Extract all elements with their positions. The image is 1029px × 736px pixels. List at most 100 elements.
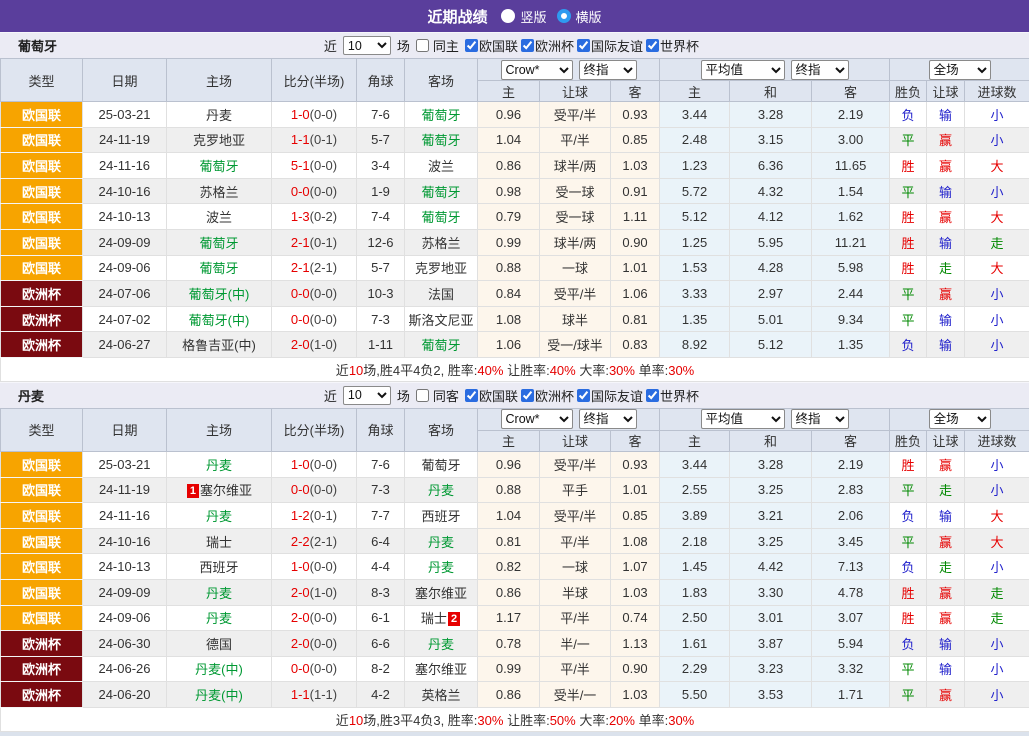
team-name: 西班牙 [421, 509, 460, 524]
handicap-away-odds: 1.06 [611, 281, 660, 307]
competition-label: 欧洲杯 [535, 36, 574, 55]
competition-checkbox[interactable] [646, 39, 659, 52]
match-row: 欧国联24-10-16苏格兰0-0(0-0)1-9葡萄牙0.98受一球0.915… [1, 178, 1029, 204]
sub-column-header: 客 [812, 430, 890, 451]
match-row: 欧国联25-03-21丹麦1-0(0-0)7-6葡萄牙0.96受平/半0.933… [1, 451, 1029, 477]
competition-filter[interactable]: 世界杯 [643, 36, 699, 55]
average-odds-select[interactable]: 平均值 [701, 60, 785, 80]
column-header: 主场 [167, 408, 272, 451]
summary-value: 30% [668, 713, 694, 728]
league-type-cell: 欧洲杯 [1, 306, 83, 332]
final-odds-select[interactable]: 终指 [579, 409, 637, 429]
competition-filter[interactable]: 国际友谊 [574, 36, 643, 55]
competition-filter[interactable]: 国际友谊 [574, 386, 643, 405]
odds-group-header: 平均值终指 [660, 408, 890, 430]
layout-radio-vertical[interactable]: 竖版 [501, 7, 546, 26]
competition-filter[interactable]: 欧洲杯 [518, 36, 574, 55]
summary-value: 50% [550, 713, 576, 728]
avg-away-odds: 9.34 [812, 306, 890, 332]
away-team-cell: 葡萄牙 [405, 204, 478, 230]
match-row: 欧国联24-09-06丹麦2-0(0-0)6-1瑞士21.17平/半0.742.… [1, 605, 1029, 631]
result-handicap: 输 [927, 102, 965, 128]
competition-checkbox[interactable] [465, 39, 478, 52]
corner-cell: 6-1 [357, 605, 405, 631]
date-cell: 24-10-13 [83, 204, 167, 230]
competition-filter[interactable]: 欧国联 [462, 36, 518, 55]
competition-label: 欧洲杯 [535, 386, 574, 405]
competition-label: 国际友谊 [591, 386, 643, 405]
competition-checkbox[interactable] [646, 389, 659, 402]
sub-column-header: 让球 [927, 81, 965, 102]
same-venue-checkbox[interactable] [416, 389, 429, 402]
competition-checkbox[interactable] [521, 389, 534, 402]
avg-away-odds: 2.19 [812, 451, 890, 477]
result-goals: 大 [965, 153, 1029, 179]
avg-away-odds: 5.94 [812, 631, 890, 657]
score-cell: 0-0(0-0) [272, 281, 357, 307]
odds-group-header: Crow* 终指 [478, 59, 660, 81]
recent-count-select[interactable]: 10 [343, 386, 391, 405]
match-scope-select[interactable]: 全场 [929, 60, 991, 80]
competition-checkbox[interactable] [521, 39, 534, 52]
handicap-away-odds: 1.03 [611, 682, 660, 708]
handicap-away-odds: 0.74 [611, 605, 660, 631]
sub-column-header: 让球 [927, 430, 965, 451]
avg-draw-odds: 3.87 [730, 631, 812, 657]
recent-count-select[interactable]: 10 [343, 36, 391, 55]
team-name: 丹麦(中) [195, 688, 243, 703]
handicap-away-odds: 1.07 [611, 554, 660, 580]
corner-cell: 3-4 [357, 153, 405, 179]
competition-checkbox[interactable] [465, 389, 478, 402]
table-group-header-row: 类型日期主场比分(半场)角球客场Crow*终指平均值终指全场 [1, 59, 1029, 81]
match-row: 欧国联24-11-16葡萄牙5-1(0-0)3-4波兰0.86球半/两1.031… [1, 153, 1029, 179]
result-win-draw-lose: 平 [890, 682, 927, 708]
team-name: 丹麦 [428, 535, 454, 550]
layout-radio-horizontal[interactable]: 横版 [557, 7, 602, 26]
handicap-home-odds: 0.98 [478, 178, 540, 204]
handicap-line: 受一球 [540, 178, 611, 204]
match-scope-select[interactable]: 全场 [929, 409, 991, 429]
radio-unchecked-icon[interactable] [501, 9, 515, 23]
away-team-cell: 塞尔维亚 [405, 656, 478, 682]
average-odds-select[interactable]: 平均值 [701, 409, 785, 429]
final-odds-select[interactable]: 终指 [791, 409, 849, 429]
result-goals: 走 [965, 579, 1029, 605]
column-header: 类型 [1, 59, 83, 102]
competition-checkbox[interactable] [577, 389, 590, 402]
competition-label: 国际友谊 [591, 36, 643, 55]
sub-column-header: 主 [660, 81, 730, 102]
same-venue-checkbox[interactable] [416, 39, 429, 52]
avg-away-odds: 1.35 [812, 332, 890, 358]
date-cell: 24-06-20 [83, 682, 167, 708]
odds-company-select[interactable]: Crow* [501, 60, 573, 80]
team-name: 苏格兰 [421, 236, 460, 251]
summary-value: 40% [477, 363, 503, 378]
match-row: 欧国联24-09-06葡萄牙2-1(2-1)5-7克罗地亚0.88一球1.011… [1, 255, 1029, 281]
competition-filter[interactable]: 世界杯 [643, 386, 699, 405]
odds-company-select[interactable]: Crow* [501, 409, 573, 429]
section-filters: 近 10 场 同客 欧国联欧洲杯国际友谊世界杯 [324, 386, 699, 405]
odds-group-header: Crow* 终指 [478, 408, 660, 430]
results-table: 类型日期主场比分(半场)角球客场Crow*终指平均值终指全场 主让球客主和客胜负… [0, 58, 1029, 382]
score-cell: 1-0(0-0) [272, 451, 357, 477]
score-cell: 1-1(0-1) [272, 127, 357, 153]
final-odds-select[interactable]: 终指 [579, 60, 637, 80]
team-name: 克罗地亚 [193, 133, 245, 148]
competition-checkbox[interactable] [577, 39, 590, 52]
home-team-cell: 德国 [167, 631, 272, 657]
team-name: 波兰 [206, 210, 232, 225]
final-odds-select[interactable]: 终指 [791, 60, 849, 80]
corner-cell: 7-4 [357, 204, 405, 230]
team-name: 波兰 [428, 159, 454, 174]
competition-filter[interactable]: 欧国联 [462, 386, 518, 405]
handicap-home-odds: 0.88 [478, 477, 540, 503]
radio-checked-icon[interactable] [557, 9, 571, 23]
handicap-away-odds: 1.11 [611, 204, 660, 230]
score-cell: 0-0(0-0) [272, 656, 357, 682]
summary-text: 场,胜4平4负2, 胜率: [363, 363, 477, 378]
handicap-line: 受半/一 [540, 682, 611, 708]
competition-filter[interactable]: 欧洲杯 [518, 386, 574, 405]
corner-cell: 10-3 [357, 281, 405, 307]
avg-home-odds: 1.35 [660, 306, 730, 332]
handicap-line: 平/半 [540, 656, 611, 682]
